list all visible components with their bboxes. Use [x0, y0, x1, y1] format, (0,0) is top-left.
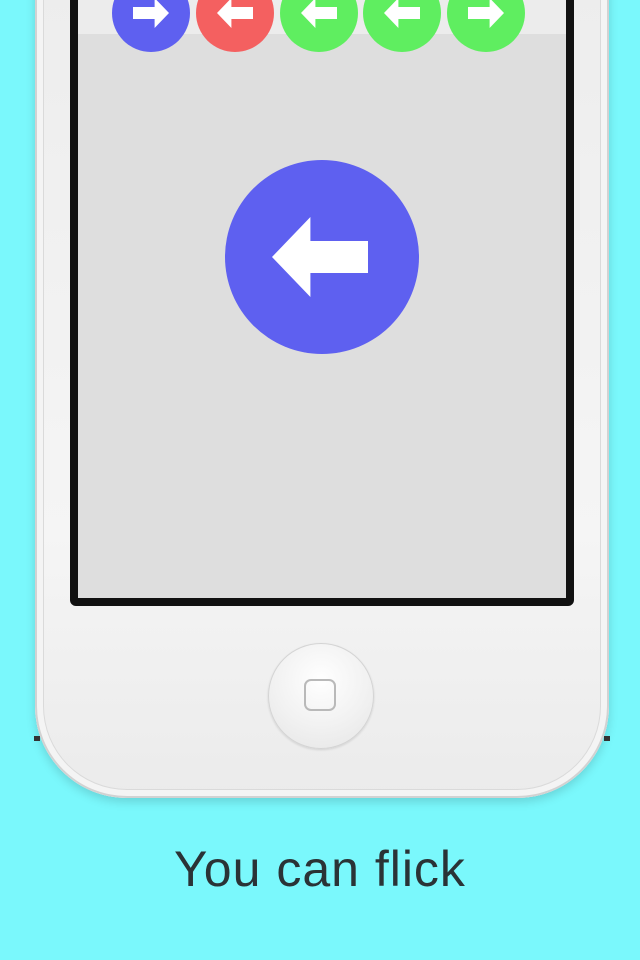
- arrow-left-icon: [272, 217, 368, 297]
- current-arrow-button[interactable]: [225, 160, 419, 354]
- home-button[interactable]: [268, 643, 374, 749]
- arrow-left-icon: [384, 0, 420, 28]
- game-screen[interactable]: [78, 0, 566, 598]
- arrow-right-icon: [468, 0, 504, 28]
- phone-side-button-right: [604, 736, 610, 741]
- queue-arrow-2: [196, 0, 274, 52]
- queue-arrow-1: [112, 0, 190, 52]
- queue-arrow-3: [280, 0, 358, 52]
- arrow-right-icon: [133, 0, 169, 28]
- caption-text: You can flick: [174, 841, 466, 897]
- queue-arrow-4: [363, 0, 441, 52]
- arrow-left-icon: [301, 0, 337, 28]
- queue-arrow-5: [447, 0, 525, 52]
- home-square-icon: [304, 679, 336, 711]
- arrow-left-icon: [217, 0, 253, 28]
- phone-side-button-left: [34, 736, 40, 741]
